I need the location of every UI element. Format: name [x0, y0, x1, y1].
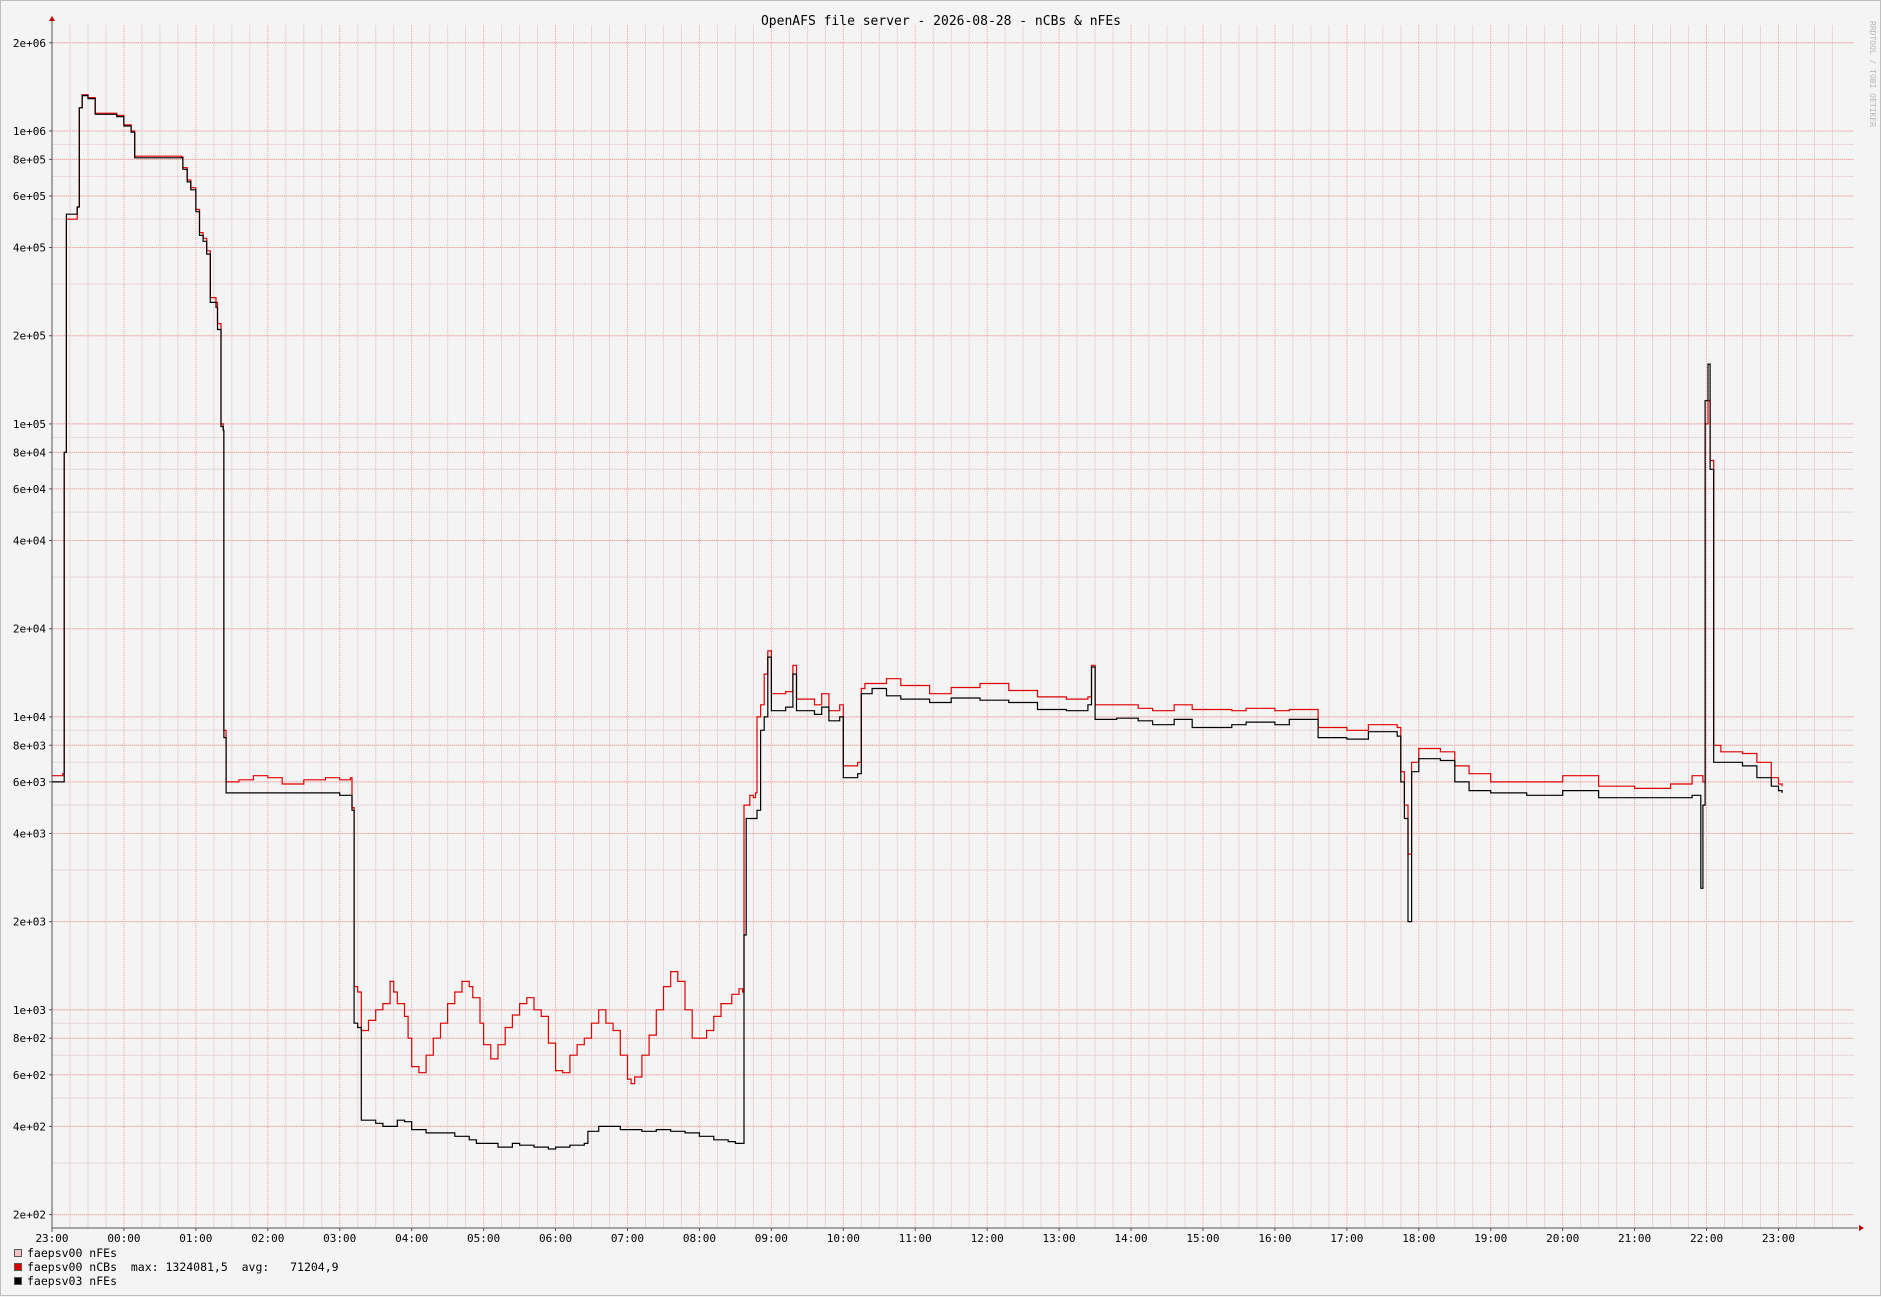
x-tick-label: 17:00 [1330, 1232, 1363, 1245]
rrdtool-watermark: RRDTOOL / TOBI OETIKER [1868, 21, 1877, 127]
x-tick-label: 21:00 [1618, 1232, 1651, 1245]
y-tick-label: 2e+03 [13, 916, 46, 929]
x-tick-label: 13:00 [1043, 1232, 1076, 1245]
y-tick-label: 6e+02 [13, 1069, 46, 1082]
x-tick-label: 20:00 [1546, 1232, 1579, 1245]
x-tick-label: 22:00 [1690, 1232, 1723, 1245]
legend-swatch [14, 1277, 22, 1285]
legend-swatch [14, 1249, 22, 1257]
legend-label: faepsv00 nCBs max: 1324081,5 avg: 71204,… [27, 1260, 339, 1274]
x-axis-arrow [1859, 1225, 1864, 1231]
x-tick-label: 15:00 [1186, 1232, 1219, 1245]
chart-svg: 2e+02 4e+02 6e+02 8e+02 1e+03 2e+03 4e+03 6e+03… [13, 14, 1877, 1245]
x-tick-label: 08:00 [683, 1232, 716, 1245]
x-tick-label: 07:00 [611, 1232, 644, 1245]
y-tick-label: 8e+02 [13, 1032, 46, 1045]
y-tick-label: 8e+05 [13, 153, 46, 166]
x-tick-label: 09:00 [755, 1232, 788, 1245]
x-tick-label: 02:00 [251, 1232, 284, 1245]
x-tick-label: 01:00 [179, 1232, 212, 1245]
x-tick-label: 11:00 [899, 1232, 932, 1245]
y-tick-label: 2e+06 [13, 37, 46, 50]
y-tick-label: 6e+05 [13, 190, 46, 203]
legend-label: faepsv00 nFEs [27, 1246, 118, 1260]
y-tick-label: 6e+04 [13, 483, 46, 496]
chart-frame: 2e+02 4e+02 6e+02 8e+02 1e+03 2e+03 4e+03 6e+03… [0, 0, 1881, 1296]
grid-major [51, 25, 1854, 1228]
legend-item: faepsv03 nFEs [14, 1274, 339, 1288]
x-tick-label: 00:00 [107, 1232, 140, 1245]
legend: faepsv00 nFEs faepsv00 nCBs max: 1324081,… [14, 1246, 339, 1288]
axes [49, 16, 1864, 1232]
y-tick-label: 4e+02 [13, 1120, 46, 1133]
y-tick-label: 8e+03 [13, 739, 46, 752]
y-tick-label: 6e+03 [13, 776, 46, 789]
y-tick-label: 4e+03 [13, 827, 46, 840]
y-tick-label: 1e+03 [13, 1004, 46, 1017]
grid-minor [52, 25, 1854, 1228]
legend-item: faepsv00 nCBs max: 1324081,5 avg: 71204,… [14, 1260, 339, 1274]
series-line-faepsv00-ncbs [52, 94, 1783, 1085]
x-tick-label: 06:00 [539, 1232, 572, 1245]
y-tick-label: 2e+05 [13, 330, 46, 343]
series-line-faepsv03-nfes [52, 95, 1783, 1150]
y-tick-label: 2e+02 [13, 1209, 46, 1222]
y-tick-label: 1e+04 [13, 711, 46, 724]
x-tick-label: 03:00 [323, 1232, 356, 1245]
x-tick-label: 19:00 [1474, 1232, 1507, 1245]
y-tick-label: 8e+04 [13, 446, 46, 459]
y-tick-label: 4e+05 [13, 242, 46, 255]
y-tick-label: 1e+05 [13, 418, 46, 431]
x-tick-label: 10:00 [827, 1232, 860, 1245]
x-tick-label: 04:00 [395, 1232, 428, 1245]
chart-title: OpenAFS file server - 2026-08-28 - nCBs … [761, 14, 1121, 29]
x-tick-label: 05:00 [467, 1232, 500, 1245]
legend-item: faepsv00 nFEs [14, 1246, 339, 1260]
x-tick-label: 14:00 [1114, 1232, 1147, 1245]
series-layer [52, 94, 1783, 1150]
y-tick-label: 2e+04 [13, 623, 46, 636]
x-tick-label: 16:00 [1258, 1232, 1291, 1245]
y-tick-label: 4e+04 [13, 535, 46, 548]
legend-label: faepsv03 nFEs [27, 1274, 118, 1288]
legend-swatch [14, 1263, 22, 1271]
y-tick-labels: 2e+02 4e+02 6e+02 8e+02 1e+03 2e+03 4e+03 6e+03… [13, 37, 52, 1222]
y-axis-arrow [49, 16, 55, 21]
y-tick-label: 1e+06 [13, 125, 46, 138]
x-tick-label: 12:00 [971, 1232, 1004, 1245]
x-tick-label: 23:00 [1762, 1232, 1795, 1245]
x-tick-label: 18:00 [1402, 1232, 1435, 1245]
x-tick-label: 23:00 [35, 1232, 68, 1245]
x-tick-labels: 23:00 00:00 01:00 02:00 03:00 04:00 05:00 06:00… [35, 1228, 1795, 1245]
